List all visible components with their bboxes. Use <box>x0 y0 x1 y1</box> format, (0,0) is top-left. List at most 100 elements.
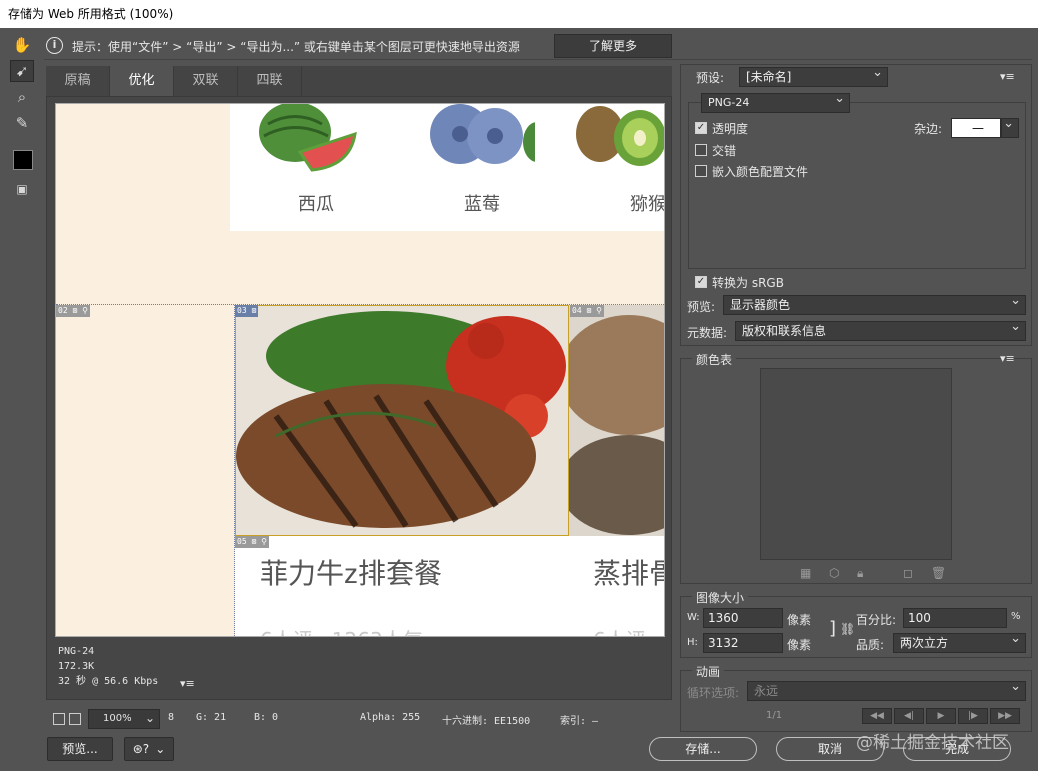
settings-menu-icon[interactable]: ▾≡ <box>1000 70 1015 83</box>
watermark: @稀土掘金技术社区 <box>856 733 1009 753</box>
height-unit: 像素 <box>787 638 812 652</box>
tab-optimized[interactable]: 优化 <box>110 66 174 96</box>
convert-srgb-label: 转换为 sRGB <box>712 276 784 290</box>
matte-color[interactable]: — <box>951 118 1001 138</box>
embed-profile-checkbox[interactable] <box>695 165 707 177</box>
slice-number: 04 <box>572 306 582 315</box>
link-bracket-icon: ] <box>829 618 837 639</box>
slice-tag-02[interactable]: 02 ⊠ ⚲ <box>56 305 90 317</box>
slice-number: 03 <box>237 306 247 315</box>
slice-tag-03[interactable]: 03 ⊠ <box>235 305 259 317</box>
zoom-select[interactable]: 100% ⌄ <box>88 709 160 729</box>
interlaced-checkbox[interactable] <box>695 144 707 156</box>
learn-more-button[interactable]: 了解更多 <box>554 34 672 58</box>
lock-icon[interactable]: 🔒︎ <box>857 566 863 581</box>
fruit-label-kiwi: 猕猴 <box>630 194 665 214</box>
percent-input[interactable]: 100 <box>903 608 1007 628</box>
dish-subtitle-2: 6人评 <box>593 624 646 636</box>
eyedropper-color-swatch[interactable] <box>13 150 33 170</box>
zoom-value: 100% <box>103 713 132 724</box>
color-table-grid[interactable] <box>760 368 952 560</box>
zoom-out-icon[interactable] <box>53 713 65 725</box>
image-size-title: 图像大小 <box>692 589 749 606</box>
eyedropper-tool-icon[interactable]: ✎ <box>10 112 34 134</box>
menu-card: 05 ⊠ ⚲ 菲力牛z排套餐 蒸排骨 6人评 · 1263人气 6人评 <box>235 536 664 636</box>
format-select[interactable]: PNG-24 <box>701 90 850 113</box>
transparency-checkbox[interactable]: ✓ <box>695 122 707 134</box>
trash-icon[interactable]: 🗑︎ <box>931 566 946 580</box>
hex-value: 十六进制: EE1500 <box>442 716 531 727</box>
matte-dropdown[interactable] <box>1001 115 1019 138</box>
chevron-down-icon: ⌄ <box>155 742 166 756</box>
preset-select[interactable]: [未命名] <box>739 64 888 87</box>
red-value: 8 <box>168 712 175 723</box>
web-snap-icon[interactable]: ▦ <box>800 566 811 580</box>
embed-profile-label: 嵌入颜色配置文件 <box>712 165 809 179</box>
fruit-card: 西瓜 蓝莓 猕猴 <box>230 104 665 231</box>
slice-tag-05[interactable]: 05 ⊠ ⚲ <box>235 536 269 548</box>
metadata-select[interactable]: 版权和联系信息 <box>735 318 1026 341</box>
slice-number: 02 <box>58 306 68 315</box>
transparency-label: 透明度 <box>712 122 749 136</box>
steak-image[interactable] <box>235 305 569 536</box>
zoom-in-icon[interactable] <box>69 713 81 725</box>
percent-label: 百分比: <box>856 613 897 627</box>
kiwi-image <box>576 106 664 166</box>
browser-preview-button[interactable]: ⊛? ⌄ <box>124 737 174 761</box>
preset-label: 预设: <box>696 71 725 85</box>
preview-mode-select[interactable]: 显示器颜色 <box>723 292 1026 315</box>
metadata-label: 元数据: <box>687 326 728 340</box>
prev-frame-icon[interactable]: ◀| <box>894 708 924 724</box>
dish-subtitle: 6人评 · 1263人气 <box>260 624 423 636</box>
chevron-down-icon: ⌄ <box>144 711 155 725</box>
percent-unit: % <box>1011 611 1021 622</box>
tab-original[interactable]: 原稿 <box>46 66 110 96</box>
loop-options-label: 循环选项: <box>687 686 740 700</box>
hand-tool-icon[interactable]: ✋ <box>10 34 34 56</box>
window-title: 存储为 Web 所用格式 (100%) <box>0 0 1038 28</box>
first-frame-icon[interactable]: ◀◀ <box>862 708 892 724</box>
image-canvas[interactable]: 西瓜 蓝莓 猕猴 02 ⊠ ⚲ 03 ⊠ 04 ⊠ ⚲ 05 ⊠ ⚲ 菲力牛z排… <box>55 103 665 637</box>
info-bar: i 提示：使用“文件” > “导出” > “导出为...” 或右键单击某个图层可… <box>44 32 1032 60</box>
loop-options-select[interactable]: 永远 <box>747 678 1026 701</box>
save-button[interactable]: 存储... <box>649 737 757 761</box>
tab-2-up[interactable]: 双联 <box>174 66 238 96</box>
next-frame-icon[interactable]: |▶ <box>958 708 988 724</box>
index-value: 索引: — <box>560 716 599 727</box>
width-unit: 像素 <box>787 613 812 627</box>
quality-select[interactable]: 两次立方 <box>893 630 1026 653</box>
cube-icon[interactable]: ⬡ <box>829 566 839 580</box>
quality-label: 品质: <box>856 638 885 652</box>
view-tabs: 原稿 优化 双联 四联 <box>46 66 672 96</box>
status-format: PNG-24 <box>58 646 95 657</box>
tool-column: ✋ ➹ ⌕ ✎ ▣ <box>6 32 38 202</box>
pork-rib-image[interactable] <box>569 305 665 536</box>
preview-status: PNG-24 172.3K 32 秒 @ 56.6 Kbps <box>58 644 158 689</box>
toggle-slices-visibility-icon[interactable]: ▣ <box>10 178 34 200</box>
green-value: G: 21 <box>196 712 227 723</box>
zoom-tool-icon[interactable]: ⌕ <box>10 86 34 108</box>
slice-select-tool-icon[interactable]: ➹ <box>10 60 34 82</box>
dish-title-2: 蒸排骨 <box>593 558 664 589</box>
alpha-value: Alpha: 255 <box>360 712 421 723</box>
height-input[interactable]: 3132 <box>703 633 783 653</box>
width-input[interactable]: 1360 <box>703 608 783 628</box>
last-frame-icon[interactable]: ▶▶ <box>990 708 1020 724</box>
watermelon-image <box>259 104 357 172</box>
tab-4-up[interactable]: 四联 <box>238 66 302 96</box>
status-menu-icon[interactable]: ▾≡ <box>180 677 195 690</box>
play-icon[interactable]: ▶ <box>926 708 956 724</box>
color-table-menu-icon[interactable]: ▾≡ <box>1000 352 1015 365</box>
preview-button[interactable]: 预览... <box>47 737 113 761</box>
convert-srgb-checkbox[interactable]: ✓ <box>695 276 707 288</box>
new-color-icon[interactable]: ◻ <box>903 566 913 580</box>
fruit-label-blueberry: 蓝莓 <box>464 194 500 214</box>
preview-mode-label: 预览: <box>687 300 716 314</box>
chain-link-icon[interactable]: ⛓ <box>840 622 855 636</box>
frame-counter: 1/1 <box>766 710 783 721</box>
height-label: H: <box>687 637 698 648</box>
slice-tag-04[interactable]: 04 ⊠ ⚲ <box>570 305 604 317</box>
dish-title: 菲力牛z排套餐 <box>260 558 443 589</box>
globe-question-icon: ⊛? <box>132 742 150 756</box>
fruit-label-watermelon: 西瓜 <box>298 194 334 214</box>
